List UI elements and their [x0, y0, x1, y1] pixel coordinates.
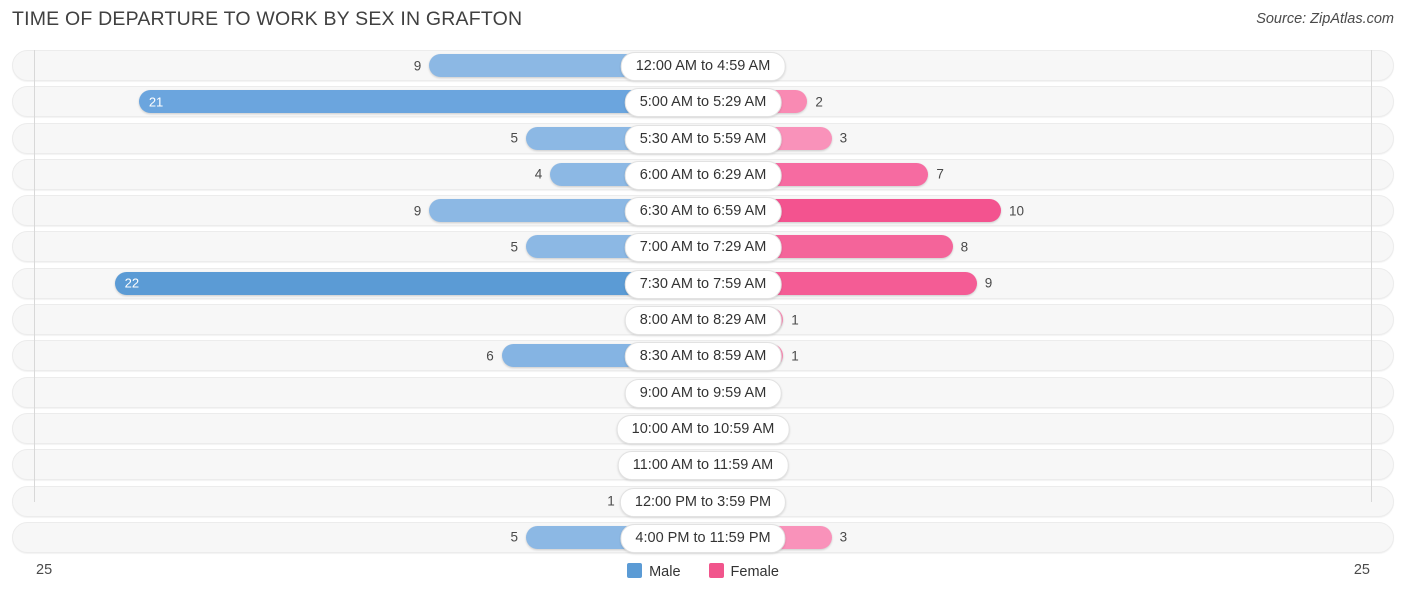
category-label: 7:00 AM to 7:29 AM — [624, 233, 782, 263]
category-label: 5:30 AM to 5:59 AM — [624, 124, 782, 154]
legend-label: Male — [649, 564, 681, 580]
table-row[interactable]: 1012:00 PM to 3:59 PM — [12, 485, 1394, 517]
table-row[interactable]: 6 1 8:30 AM to 8:59 AM — [12, 340, 1394, 372]
category-label: 12:00 PM to 3:59 PM — [619, 487, 787, 517]
bar-value-female: 3 — [839, 529, 848, 545]
bar-male[interactable]: 22 — [114, 271, 703, 295]
table-row[interactable]: 22 9 7:30 AM to 7:59 AM — [12, 267, 1394, 299]
legend-item[interactable]: Female — [708, 563, 779, 580]
chart-plot-area: 9012:00 AM to 4:59 AM 21 2 5:00 AM to 5:29 … — [0, 50, 1406, 554]
table-row[interactable]: 4 7 6:00 AM to 6:29 AM — [12, 158, 1394, 190]
bar-value-female: 9 — [984, 275, 993, 291]
bar-value-female: 3 — [839, 130, 848, 146]
bar-value-female: 2 — [815, 94, 823, 110]
table-row[interactable]: 5 8 7:00 AM to 7:29 AM — [12, 231, 1394, 263]
table-row[interactable]: 0010:00 AM to 10:59 AM — [12, 412, 1394, 444]
bar-value-male: 6 — [486, 348, 494, 364]
table-row[interactable]: 21 2 5:00 AM to 5:29 AM — [12, 86, 1394, 118]
category-label: 10:00 AM to 10:59 AM — [616, 414, 790, 444]
bar-value-male: 21 — [148, 94, 164, 110]
category-label: 5:00 AM to 5:29 AM — [624, 88, 782, 118]
table-row[interactable]: 018:00 AM to 8:29 AM — [12, 304, 1394, 336]
table-row[interactable]: 5 3 5:30 AM to 5:59 AM — [12, 122, 1394, 154]
bar-value-male: 5 — [510, 529, 518, 545]
bar-value-male: 4 — [534, 166, 543, 182]
chart-legend: Male Female — [0, 563, 1406, 580]
axis-line-right — [1371, 50, 1372, 502]
bar-value-male: 9 — [413, 57, 422, 73]
category-label: 8:00 AM to 8:29 AM — [624, 306, 782, 336]
legend-label: Female — [730, 564, 779, 580]
table-row[interactable]: 0011:00 AM to 11:59 AM — [12, 449, 1394, 481]
bar-value-female: 7 — [936, 166, 944, 182]
category-label: 8:30 AM to 8:59 AM — [624, 342, 782, 372]
table-row[interactable]: 9012:00 AM to 4:59 AM — [12, 50, 1394, 81]
bar-value-male: 5 — [510, 130, 518, 146]
bar-value-male: 22 — [124, 275, 140, 291]
source-attribution: Source: ZipAtlas.com — [1256, 11, 1394, 27]
category-label: 11:00 AM to 11:59 AM — [617, 451, 789, 481]
legend-item[interactable]: Male — [627, 563, 681, 580]
axis-line-left — [34, 50, 35, 502]
category-label: 6:00 AM to 6:29 AM — [624, 160, 782, 190]
legend-swatch-female — [708, 563, 724, 578]
bar-value-female: 1 — [791, 311, 799, 327]
category-label: 6:30 AM to 6:59 AM — [624, 197, 782, 227]
bar-value-female: 1 — [791, 348, 799, 364]
page-title: TIME OF DEPARTURE TO WORK BY SEX IN GRAF… — [12, 8, 523, 30]
bar-value-female: 10 — [1009, 202, 1025, 218]
bar-value-male: 5 — [510, 239, 518, 255]
bar-male[interactable]: 21 — [138, 90, 703, 114]
bar-rows-container: 9012:00 AM to 4:59 AM 21 2 5:00 AM to 5:29 … — [0, 50, 1406, 558]
category-label: 12:00 AM to 4:59 AM — [620, 52, 786, 81]
category-label: 7:30 AM to 7:59 AM — [624, 269, 782, 299]
category-label: 4:00 PM to 11:59 PM — [620, 523, 786, 553]
chart-header: TIME OF DEPARTURE TO WORK BY SEX IN GRAF… — [0, 0, 1406, 44]
table-row[interactable]: 9 10 6:30 AM to 6:59 AM — [12, 195, 1394, 227]
table-row[interactable]: 009:00 AM to 9:59 AM — [12, 376, 1394, 408]
bar-value-male: 9 — [413, 202, 422, 218]
bar-value-female: 8 — [960, 239, 969, 255]
bar-value-male: 1 — [607, 493, 615, 509]
legend-swatch-male — [627, 563, 643, 578]
table-row[interactable]: 5 3 4:00 PM to 11:59 PM — [12, 521, 1394, 553]
category-label: 9:00 AM to 9:59 AM — [624, 378, 782, 408]
